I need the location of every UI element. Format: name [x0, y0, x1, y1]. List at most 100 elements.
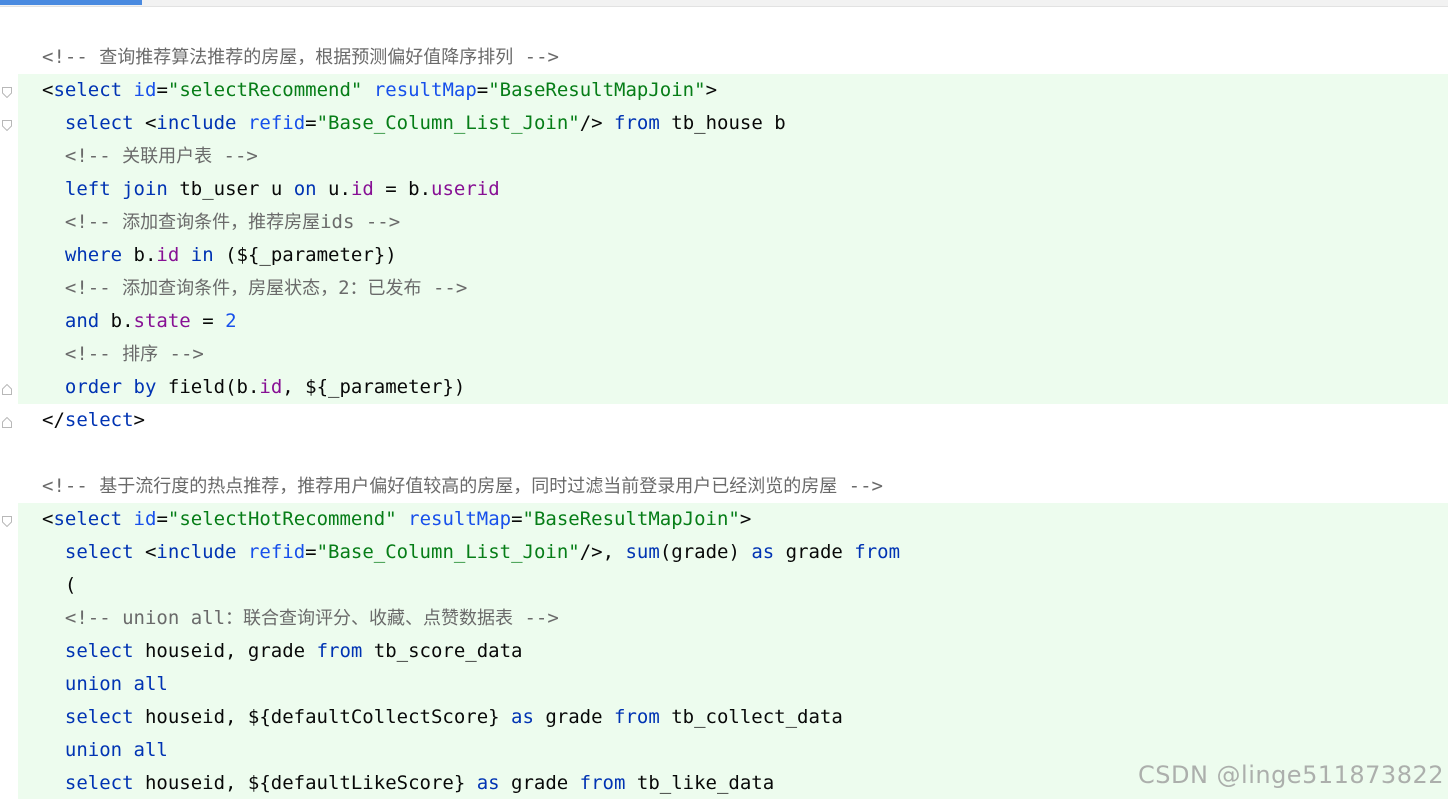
code-line[interactable]: select <include refid="Base_Column_List_… — [42, 107, 786, 140]
code-token: (${_parameter}) — [213, 244, 397, 266]
code-token: "Base_Column_List_Join" — [316, 112, 580, 134]
code-token: tb_like_data — [625, 772, 775, 794]
code-token: select — [64, 640, 134, 662]
code-token: "selectRecommend" — [167, 79, 363, 101]
code-token: > — [739, 508, 752, 530]
code-token: 排序 — [122, 344, 159, 365]
code-line[interactable]: select houseid, grade from tb_score_data — [42, 635, 523, 668]
code-token: < — [42, 79, 54, 101]
code-line[interactable]: <!-- 添加查询条件，房屋状态，2：已发布 --> — [42, 272, 467, 305]
code-token: = — [190, 310, 226, 332]
code-token: id — [133, 508, 157, 530]
code-token: < — [133, 541, 157, 563]
code-token: where — [64, 244, 123, 266]
code-token: from — [579, 772, 626, 794]
code-token: 2 — [225, 310, 237, 332]
code-line[interactable]: left join tb_user u on u.id = b.userid — [42, 173, 500, 206]
code-token: ids --> — [320, 211, 401, 233]
code-token: = — [156, 508, 168, 530]
code-token: join — [122, 178, 168, 200]
code-token: houseid, ${defaultCollectScore} — [133, 706, 512, 728]
code-token: id — [156, 244, 180, 266]
code-token: --> — [421, 277, 468, 299]
code-token: id — [259, 376, 283, 398]
code-token: as — [476, 772, 500, 794]
editor-tab-strip — [0, 0, 1448, 7]
code-line[interactable]: <!-- 关联用户表 --> — [42, 140, 258, 173]
code-token: and — [64, 310, 100, 332]
code-token: < — [42, 508, 54, 530]
code-token: tb_score_data — [362, 640, 523, 662]
code-line[interactable]: select <include refid="Base_Column_List_… — [42, 536, 900, 569]
code-token: --> — [513, 607, 559, 629]
code-line[interactable]: union all — [42, 668, 168, 701]
code-token: left — [64, 178, 111, 200]
fold-close-icon[interactable] — [2, 384, 12, 395]
code-token: select — [53, 79, 123, 101]
code-token: = — [305, 112, 317, 134]
code-token: /> — [579, 112, 615, 134]
code-token: <!-- — [42, 343, 123, 365]
code-token: --> — [513, 46, 559, 68]
code-line[interactable]: <select id="selectRecommend" resultMap="… — [42, 74, 717, 107]
code-token: <!-- — [42, 475, 100, 497]
code-token: <!-- — [42, 46, 100, 68]
code-line[interactable]: <!-- 排序 --> — [42, 338, 204, 371]
code-token: ：已发布 — [349, 278, 422, 299]
code-token: = — [305, 541, 317, 563]
code-line[interactable]: and b.state = 2 — [42, 305, 237, 338]
code-line[interactable]: <!-- 添加查询条件，推荐房屋ids --> — [42, 206, 400, 239]
code-token: houseid, ${defaultLikeScore} — [133, 772, 477, 794]
fold-close-icon[interactable] — [2, 417, 12, 428]
code-token: --> — [837, 475, 883, 497]
code-token: include — [156, 112, 237, 134]
code-token: ( — [42, 574, 77, 596]
code-line[interactable]: select houseid, ${defaultCollectScore} a… — [42, 701, 843, 734]
code-token: 添加查询条件，房屋状态， — [122, 278, 339, 299]
code-line[interactable]: <!-- 基于流行度的热点推荐，推荐用户偏好值较高的房屋，同时过滤当前登录用户已… — [42, 470, 883, 503]
code-token: sum — [625, 541, 660, 563]
code-token: from — [854, 541, 901, 563]
fold-open-icon[interactable] — [2, 87, 12, 98]
code-token: "selectHotRecommend" — [167, 508, 397, 530]
fold-open-icon[interactable] — [2, 516, 12, 527]
fold-open-icon[interactable] — [2, 120, 12, 131]
code-token: 查询推荐算法推荐的房屋，根据预测偏好值降序排列 — [99, 47, 514, 68]
code-line[interactable]: <!-- union all：联合查询评分、收藏、点赞数据表 --> — [42, 602, 559, 635]
code-token: , ${_parameter}) — [282, 376, 466, 398]
code-token: tb_collect_data — [659, 706, 843, 728]
code-token: "BaseResultMapJoin" — [522, 508, 740, 530]
code-token: select — [64, 112, 134, 134]
code-line[interactable]: select houseid, ${defaultLikeScore} as g… — [42, 767, 774, 800]
code-line[interactable]: order by field(b.id, ${_parameter}) — [42, 371, 465, 404]
code-token: union — [64, 739, 123, 761]
code-token: from — [614, 112, 660, 134]
code-line[interactable]: </select> — [42, 404, 145, 437]
code-line[interactable]: ( — [42, 569, 76, 602]
code-token: = — [476, 79, 489, 101]
code-token: > — [705, 79, 718, 101]
active-tab-indicator[interactable] — [0, 0, 142, 5]
code-line[interactable]: <!-- 查询推荐算法推荐的房屋，根据预测偏好值降序排列 --> — [42, 41, 559, 74]
code-token: (grade) — [659, 541, 752, 563]
code-token: all — [133, 673, 168, 695]
code-token: by — [133, 376, 157, 398]
code-token: union — [64, 673, 123, 695]
code-token: order — [64, 376, 123, 398]
code-line[interactable]: union all — [42, 734, 168, 767]
code-token: < — [133, 112, 157, 134]
code-line[interactable]: <select id="selectHotRecommend" resultMa… — [42, 503, 751, 536]
code-line[interactable]: where b.id in (${_parameter}) — [42, 239, 397, 272]
